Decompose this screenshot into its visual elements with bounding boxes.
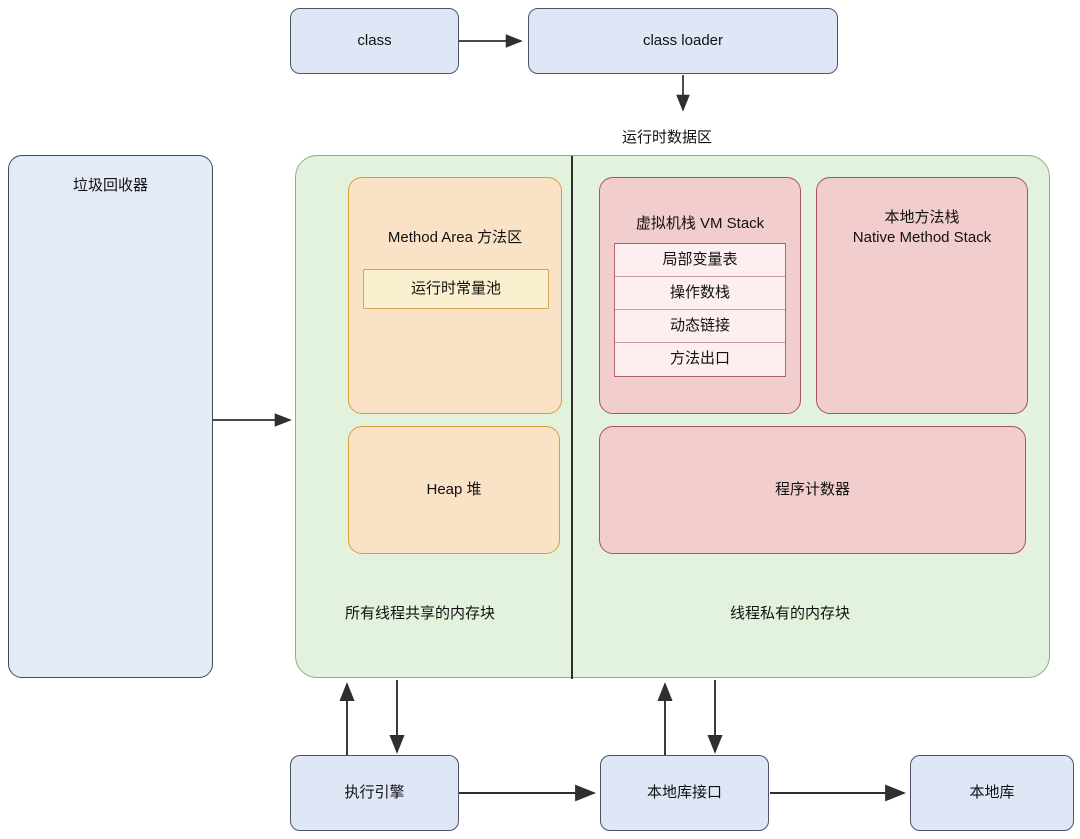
node-native-method-stack-label: 本地方法栈 Native Method Stack bbox=[817, 208, 1027, 249]
node-method-area[interactable]: Method Area 方法区 运行时常量池 bbox=[348, 177, 562, 414]
vm-stack-frame-item[interactable]: 操作数栈 bbox=[615, 277, 785, 310]
vm-stack-frame-label: 局部变量表 bbox=[662, 250, 738, 268]
node-garbage-collector[interactable]: 垃圾回收器 bbox=[8, 155, 213, 678]
node-method-area-label: Method Area 方法区 bbox=[387, 229, 523, 246]
vm-stack-frame-item[interactable]: 动态链接 bbox=[615, 310, 785, 343]
vm-stack-frame-item[interactable]: 方法出口 bbox=[615, 343, 785, 376]
shared-memory-caption: 所有线程共享的内存块 bbox=[345, 605, 496, 622]
node-execution-engine[interactable]: 执行引擎 bbox=[290, 755, 459, 831]
node-native-library[interactable]: 本地库 bbox=[910, 755, 1074, 831]
vm-stack-frame-label: 操作数栈 bbox=[669, 283, 730, 301]
node-native-method-stack-label-cn: 本地方法栈 bbox=[884, 209, 960, 226]
node-runtime-constant-pool[interactable]: 运行时常量池 bbox=[363, 269, 549, 309]
jvm-architecture-diagram: class class loader 运行时数据区 垃圾回收器 Method A… bbox=[0, 0, 1080, 839]
node-heap-label: Heap 堆 bbox=[426, 480, 482, 498]
node-program-counter[interactable]: 程序计数器 bbox=[599, 426, 1026, 554]
vm-stack-frame-label: 方法出口 bbox=[669, 350, 730, 368]
node-native-method-stack-label-en: Native Method Stack bbox=[852, 229, 992, 247]
node-native-interface[interactable]: 本地库接口 bbox=[600, 755, 769, 831]
node-native-method-stack[interactable]: 本地方法栈 Native Method Stack bbox=[816, 177, 1028, 414]
vm-stack-frame-item[interactable]: 局部变量表 bbox=[615, 244, 785, 277]
vm-stack-frame-label: 动态链接 bbox=[669, 316, 730, 334]
node-heap[interactable]: Heap 堆 bbox=[348, 426, 560, 554]
node-class-label: class bbox=[357, 31, 392, 49]
node-vm-stack-label: 虚拟机栈 VM Stack bbox=[635, 215, 765, 232]
vm-stack-frame-list: 局部变量表 操作数栈 动态链接 方法出口 bbox=[614, 243, 786, 377]
runtime-data-area-label: 运行时数据区 bbox=[622, 129, 713, 146]
node-class-loader[interactable]: class loader bbox=[528, 8, 838, 74]
node-program-counter-label: 程序计数器 bbox=[774, 480, 850, 498]
node-runtime-constant-pool-label: 运行时常量池 bbox=[410, 279, 501, 297]
node-class[interactable]: class bbox=[290, 8, 459, 74]
shared-private-divider bbox=[571, 156, 573, 679]
node-native-library-label: 本地库 bbox=[969, 783, 1015, 801]
node-garbage-collector-label: 垃圾回收器 bbox=[72, 177, 148, 194]
node-execution-engine-label: 执行引擎 bbox=[344, 783, 405, 801]
node-class-loader-label: class loader bbox=[642, 31, 724, 49]
runtime-data-area-container: Method Area 方法区 运行时常量池 Heap 堆 虚拟机栈 VM St… bbox=[295, 155, 1050, 679]
node-vm-stack[interactable]: 虚拟机栈 VM Stack 局部变量表 操作数栈 动态链接 方法出口 bbox=[599, 177, 801, 414]
private-memory-caption: 线程私有的内存块 bbox=[730, 605, 851, 622]
node-native-interface-label: 本地库接口 bbox=[646, 783, 722, 801]
